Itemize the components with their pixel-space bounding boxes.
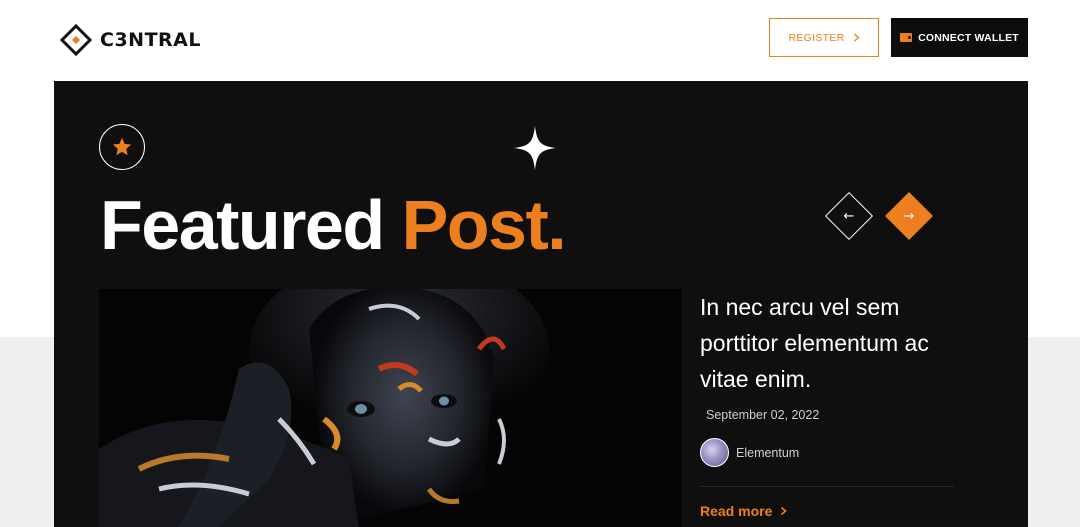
read-more-label: Read more [700,503,773,519]
author-name[interactable]: Elementum [736,446,799,460]
post-date: September 02, 2022 [706,408,820,422]
site-header: C3NTRAL REGISTER CONNECT WALLET [0,0,1080,80]
connect-wallet-button[interactable]: CONNECT WALLET [891,18,1028,57]
read-more-link[interactable]: Read more [700,503,788,519]
chevron-right-icon [853,33,860,42]
heading-orange: Post. [401,186,567,264]
featured-post-image[interactable] [99,289,682,527]
connect-wallet-label: CONNECT WALLET [918,31,1019,44]
register-label: REGISTER [788,31,845,44]
register-button[interactable]: REGISTER [769,18,879,57]
divider [700,486,954,487]
chevron-right-icon [781,506,788,516]
logo-text: C3NTRAL [100,29,201,51]
next-slide-button[interactable]: → [884,191,934,241]
sparkle-icon [514,126,556,170]
page-title: Featured Post. [100,185,567,265]
prev-slide-button[interactable]: ← [824,191,874,241]
arrow-left-icon: ← [843,208,855,224]
featured-post-panel: Featured Post. ← → In nec arcu vel sem p… [54,81,1028,527]
heading-white: Featured [100,186,385,264]
star-icon [112,137,132,156]
arrow-right-icon: → [903,208,915,224]
author-avatar [700,438,729,467]
logo[interactable]: C3NTRAL [60,24,201,56]
logo-mark-icon [60,24,92,56]
wallet-icon [900,33,913,42]
painted-face-illustration [99,289,682,527]
star-badge [99,124,145,170]
post-title[interactable]: In nec arcu vel sem porttitor elementum … [700,289,960,397]
